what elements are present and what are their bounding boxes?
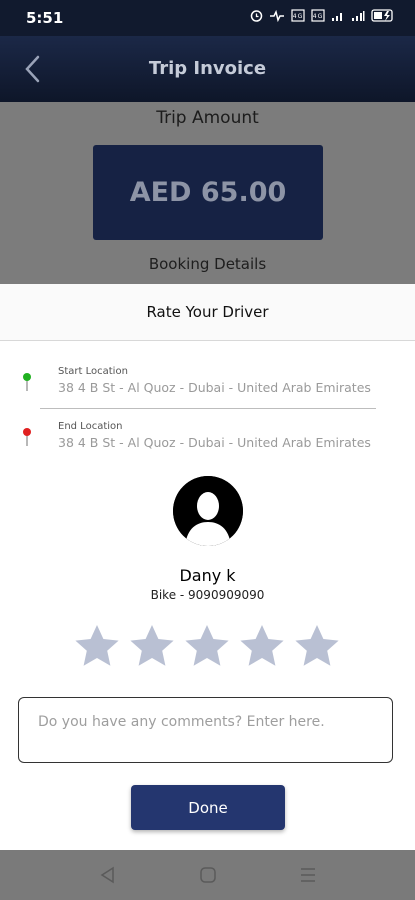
star-1-icon[interactable]: [73, 622, 121, 670]
driver-name: Dany k: [179, 566, 236, 585]
alarm-icon: [250, 10, 263, 22]
page-title: Trip Invoice: [148, 58, 267, 79]
volte-icon: 4G: [291, 9, 305, 22]
booking-details-label: Booking Details: [148, 255, 267, 273]
system-nav-bar: [0, 850, 415, 900]
app-bar: Trip Invoice: [0, 36, 415, 102]
driver-avatar: [173, 476, 243, 546]
sheet-title: Rate Your Driver: [146, 303, 269, 321]
hotspot-icon: [270, 9, 284, 22]
location-divider: [40, 408, 376, 409]
start-location-label: Start Location: [58, 366, 128, 377]
rate-driver-sheet: Rate Your Driver Start Location 38 4 B S…: [0, 284, 415, 850]
nav-back-icon[interactable]: [98, 865, 118, 885]
person-silhouette-icon: [173, 476, 243, 546]
signal2-icon: [352, 10, 365, 21]
driver-vehicle: Bike - 9090909090: [150, 588, 265, 602]
star-rating: [73, 622, 341, 670]
svg-text:4G: 4G: [293, 13, 303, 20]
status-time: 5:51: [26, 9, 64, 27]
nav-menu-icon[interactable]: [298, 865, 318, 885]
svg-text:4G: 4G: [313, 13, 323, 20]
green-pin-icon: [23, 373, 31, 391]
trip-amount-label: Trip Amount: [156, 108, 259, 128]
star-4-icon[interactable]: [238, 622, 286, 670]
done-button[interactable]: Done: [131, 785, 285, 830]
volte2-icon: 4G: [311, 9, 325, 22]
invoice-summary: Trip Amount AED 65.00 Booking Details: [0, 102, 415, 284]
battery-icon: [371, 9, 393, 22]
nav-home-icon[interactable]: [198, 865, 218, 885]
amount-box: AED 65.00: [93, 145, 323, 240]
trip-amount-value: AED 65.00: [129, 177, 287, 208]
comment-input[interactable]: [18, 697, 393, 763]
start-location-address: 38 4 B St - Al Quoz - Dubai - United Ara…: [58, 380, 371, 395]
signal1-icon: [332, 12, 342, 21]
end-location-label: End Location: [58, 421, 123, 432]
star-3-icon[interactable]: [183, 622, 231, 670]
status-bar: 5:51 4G 4G: [0, 0, 415, 36]
star-2-icon[interactable]: [128, 622, 176, 670]
red-pin-icon: [23, 428, 31, 446]
sheet-header: Rate Your Driver: [0, 284, 415, 341]
status-icons: 4G 4G: [250, 9, 397, 22]
end-location-address: 38 4 B St - Al Quoz - Dubai - United Ara…: [58, 435, 371, 450]
star-5-icon[interactable]: [293, 622, 341, 670]
